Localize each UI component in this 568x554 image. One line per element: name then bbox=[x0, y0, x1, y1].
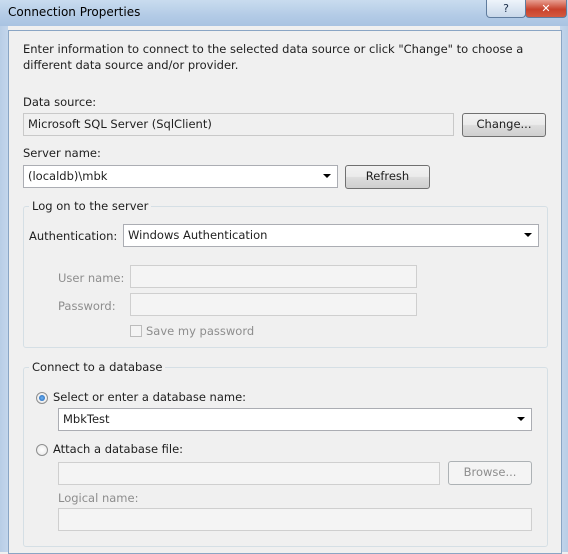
data-source-value: Microsoft SQL Server (SqlClient) bbox=[28, 117, 212, 131]
dialog-body: Enter information to connect to the sele… bbox=[8, 30, 562, 554]
refresh-button[interactable]: Refresh bbox=[345, 165, 430, 189]
browse-button-label: Browse... bbox=[463, 465, 517, 479]
logon-group-title: Log on to the server bbox=[29, 199, 152, 213]
help-icon: ? bbox=[503, 2, 509, 15]
database-name-combo[interactable]: MbkTest bbox=[58, 408, 532, 431]
server-name-value: (localdb)\mbk bbox=[28, 169, 108, 183]
authentication-value: Windows Authentication bbox=[128, 228, 268, 242]
select-database-label: Select or enter a database name: bbox=[53, 390, 247, 404]
username-label: User name: bbox=[58, 271, 125, 285]
attach-database-label: Attach a database file: bbox=[53, 442, 184, 456]
logical-name-label: Logical name: bbox=[58, 491, 139, 505]
window-frame-left bbox=[0, 26, 8, 552]
database-name-value: MbkTest bbox=[63, 412, 110, 426]
close-button[interactable]: ✕ bbox=[525, 0, 567, 18]
server-name-label: Server name: bbox=[23, 146, 101, 160]
save-password-label: Save my password bbox=[146, 324, 255, 338]
close-icon: ✕ bbox=[541, 2, 551, 15]
authentication-combo[interactable]: Windows Authentication bbox=[123, 224, 539, 247]
chevron-down-icon[interactable] bbox=[524, 233, 532, 237]
database-group-title: Connect to a database bbox=[29, 360, 166, 374]
chevron-down-icon[interactable] bbox=[323, 174, 331, 178]
change-button-label: Change... bbox=[476, 117, 532, 131]
password-field[interactable] bbox=[130, 293, 417, 316]
database-file-field[interactable] bbox=[58, 462, 440, 485]
data-source-field: Microsoft SQL Server (SqlClient) bbox=[23, 113, 454, 136]
chevron-down-icon[interactable] bbox=[517, 417, 525, 421]
intro-text: Enter information to connect to the sele… bbox=[23, 42, 524, 72]
server-name-combo[interactable]: (localdb)\mbk bbox=[23, 165, 338, 188]
title-bar: Connection Properties ? ✕ bbox=[0, 0, 568, 26]
refresh-button-label: Refresh bbox=[365, 169, 410, 183]
save-password-checkbox[interactable] bbox=[130, 325, 142, 337]
select-database-radio[interactable] bbox=[36, 392, 48, 404]
password-label: Password: bbox=[58, 299, 116, 313]
attach-database-radio[interactable] bbox=[36, 444, 48, 456]
logical-name-field[interactable] bbox=[58, 508, 532, 531]
username-field[interactable] bbox=[130, 265, 417, 288]
window-title: Connection Properties bbox=[8, 5, 141, 19]
help-button[interactable]: ? bbox=[486, 0, 526, 18]
authentication-label: Authentication: bbox=[29, 229, 118, 243]
data-source-label: Data source: bbox=[23, 95, 97, 109]
change-button[interactable]: Change... bbox=[462, 113, 546, 137]
browse-button[interactable]: Browse... bbox=[448, 461, 532, 485]
